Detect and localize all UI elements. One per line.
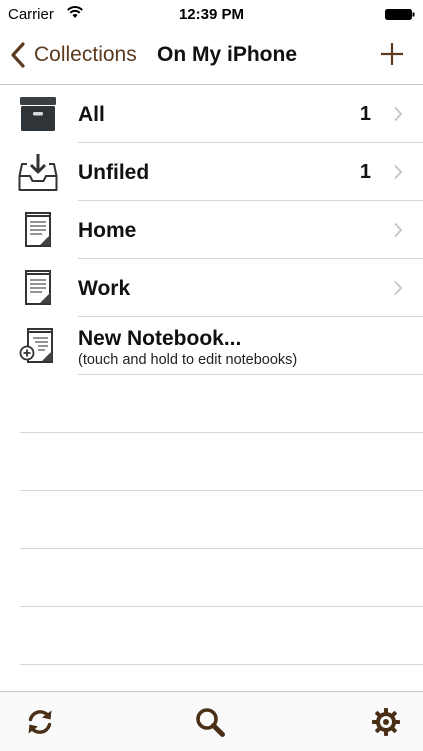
new-notebook-label: New Notebook... bbox=[78, 327, 242, 350]
new-notebook-icon bbox=[19, 328, 53, 363]
navigation-bar: Collections On My iPhone bbox=[0, 28, 423, 85]
collection-row-all[interactable]: All 1 bbox=[0, 85, 423, 143]
new-notebook-row[interactable]: New Notebook... (touch and hold to edit … bbox=[0, 317, 423, 375]
status-bar: Carrier 12:39 PM bbox=[0, 0, 423, 28]
bottom-toolbar bbox=[0, 691, 423, 751]
note-count: 1 bbox=[359, 161, 371, 183]
collection-row-work[interactable]: Work bbox=[0, 259, 423, 317]
collection-row-unfiled[interactable]: Unfiled 1 bbox=[0, 143, 423, 201]
note-count: 1 bbox=[359, 103, 371, 125]
collection-label: Work bbox=[78, 277, 131, 300]
chevron-left-icon bbox=[11, 42, 25, 68]
collection-label: Home bbox=[78, 219, 137, 242]
collections-list: All 1 Unfiled 1 Home Work New Notebook..… bbox=[0, 85, 423, 375]
notebook-icon bbox=[25, 212, 51, 247]
empty-row-separator bbox=[20, 606, 423, 607]
back-button-label: Collections bbox=[34, 43, 137, 66]
inbox-tray-icon bbox=[18, 154, 58, 191]
battery-icon bbox=[385, 9, 415, 20]
chevron-right-icon bbox=[394, 222, 403, 238]
sync-icon[interactable] bbox=[24, 706, 56, 738]
back-to-collections-button[interactable]: Collections bbox=[10, 40, 137, 70]
empty-row-separator bbox=[20, 548, 423, 549]
collection-label: Unfiled bbox=[78, 161, 150, 184]
search-icon[interactable] bbox=[194, 706, 226, 738]
settings-gear-icon[interactable] bbox=[370, 706, 402, 738]
archive-box-icon bbox=[20, 97, 56, 131]
collection-row-home[interactable]: Home bbox=[0, 201, 423, 259]
chevron-right-icon bbox=[394, 280, 403, 296]
notebook-icon bbox=[25, 270, 51, 305]
new-notebook-hint: (touch and hold to edit notebooks) bbox=[78, 352, 298, 368]
empty-row-separator bbox=[20, 664, 423, 665]
plus-icon[interactable] bbox=[379, 41, 405, 67]
empty-row-separator bbox=[20, 432, 423, 433]
status-time: 12:39 PM bbox=[178, 6, 245, 23]
empty-row-separator bbox=[20, 490, 423, 491]
collection-label: All bbox=[78, 103, 105, 126]
page-title: On My iPhone bbox=[157, 43, 298, 66]
chevron-right-icon bbox=[394, 106, 403, 122]
chevron-right-icon bbox=[394, 164, 403, 180]
